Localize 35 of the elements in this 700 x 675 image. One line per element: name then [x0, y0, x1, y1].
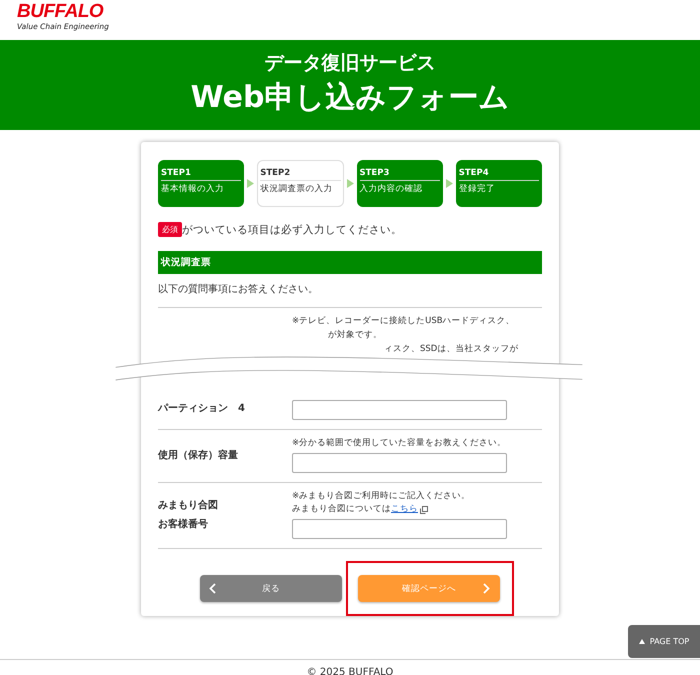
input-field[interactable] — [292, 400, 507, 420]
field-note: ※テレビ、レコーダーに接続したUSBハードディスク、 — [292, 315, 515, 328]
service-name: データ復旧サービス — [264, 51, 436, 76]
field-note: みまもり合図については — [292, 503, 391, 516]
section-intro: 以下の質問事項にお答えください。 — [158, 282, 542, 308]
field-label: 使用（保存）容量 — [158, 448, 239, 462]
chevron-left-icon — [209, 583, 216, 594]
field-note: が対象です。 — [328, 328, 382, 342]
page-top-button[interactable]: PAGE TOP — [628, 625, 700, 658]
input-field[interactable] — [292, 453, 507, 473]
field-label: みまもり合図 — [158, 498, 219, 512]
required-badge: 必須 — [158, 222, 182, 237]
external-link-icon — [420, 506, 428, 514]
field-label: お客様番号 — [158, 517, 209, 532]
step-indicator: STEP4 登録完了 — [456, 160, 542, 207]
logo[interactable]: BUFFALO — [17, 2, 104, 22]
step-arrow-icon — [346, 179, 354, 188]
step-indicator: STEP1 基本情報の入力 — [158, 160, 244, 207]
required-notice: がついている項目は必ず入力してください。 — [182, 222, 402, 236]
step-indicator: STEP3 入力内容の確認 — [356, 160, 443, 207]
up-triangle-icon — [638, 639, 645, 644]
input-field[interactable] — [292, 519, 507, 539]
field-label: パーティション 4 — [158, 402, 246, 416]
back-button[interactable]: 戻る — [200, 575, 342, 602]
step-arrow-icon — [247, 179, 254, 188]
copyright: © 2025 BUFFALO — [306, 667, 394, 675]
page-title: Web申し込みフォーム — [190, 79, 510, 117]
field-note: ※みまもり合図ご利用時にご記入ください。 — [292, 490, 470, 503]
chevron-right-icon — [483, 583, 490, 594]
section-header: 状況調査票 — [158, 251, 542, 274]
info-link[interactable]: こちら — [391, 503, 418, 516]
step-arrow-icon — [446, 179, 453, 188]
field-note: ィスク、SSDは、当社スタッフが — [384, 343, 518, 356]
field-note: ※分かる範囲で使用していた容量をお教えください。 — [292, 437, 506, 450]
step-indicator: STEP2 状況調査票の入力 — [257, 160, 344, 207]
